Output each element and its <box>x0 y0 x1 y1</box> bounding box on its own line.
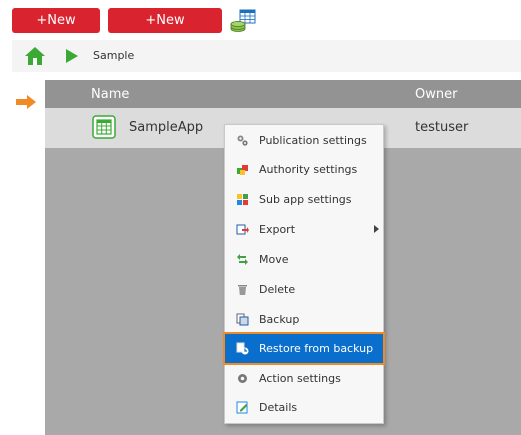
menu-item-action-settings[interactable]: Action settings <box>225 364 383 393</box>
menu-item-export[interactable]: Export <box>225 215 383 244</box>
menu-item-label: Details <box>259 401 298 414</box>
menu-item-restore-from-backup[interactable]: Restore from backup <box>223 332 385 365</box>
breadcrumb: Sample <box>12 40 521 72</box>
menu-item-delete[interactable]: Delete <box>225 275 383 304</box>
new-folder-button[interactable]: +New Folder <box>12 8 100 53</box>
gear-icon <box>238 374 247 383</box>
table-db-icon[interactable] <box>230 9 256 33</box>
menu-item-label: Backup <box>259 313 300 326</box>
menu-item-label: Authority settings <box>259 163 358 176</box>
edit-note-icon <box>236 401 248 414</box>
context-menu: Publication settings Authority settings … <box>223 124 385 424</box>
menu-item-sub-app-settings[interactable]: Sub app settings <box>225 185 383 214</box>
puzzle-icon <box>237 194 248 205</box>
app-owner: testuser <box>415 120 469 135</box>
arrow-right-icon <box>16 95 36 109</box>
menu-item-backup[interactable]: Backup <box>225 305 383 334</box>
menu-item-details[interactable]: Details <box>225 393 383 422</box>
menu-item-move[interactable]: Move <box>225 245 383 274</box>
column-header-owner[interactable]: Owner <box>415 87 457 102</box>
authority-cubes-icon <box>237 165 248 175</box>
menu-item-label: Publication settings <box>259 134 367 147</box>
backup-icon <box>236 313 249 326</box>
submenu-arrow-icon <box>374 225 379 233</box>
breadcrumb-current[interactable]: Sample <box>93 49 134 62</box>
menu-item-label: Move <box>259 253 289 266</box>
app-name[interactable]: SampleApp <box>129 120 203 135</box>
play-arrow-icon <box>66 49 78 63</box>
spreadsheet-app-icon <box>92 115 116 139</box>
column-header-name[interactable]: Name <box>91 87 129 102</box>
menu-item-label: Export <box>259 223 296 236</box>
gears-icon <box>237 135 248 146</box>
menu-item-label: Delete <box>259 283 296 296</box>
menu-item-label: Sub app settings <box>259 193 352 206</box>
menu-item-publication-settings[interactable]: Publication settings <box>225 126 383 155</box>
export-icon <box>236 224 249 235</box>
new-application-button[interactable]: +New Application <box>108 8 222 53</box>
menu-item-label: Action settings <box>259 372 341 385</box>
trash-icon <box>238 285 247 295</box>
menu-item-label: Restore from backup <box>259 342 374 355</box>
swap-arrows-icon <box>237 254 248 265</box>
home-icon[interactable] <box>24 45 46 67</box>
restore-icon <box>236 342 249 355</box>
table-header: Name Owner <box>45 80 521 108</box>
menu-item-authority-settings[interactable]: Authority settings <box>225 155 383 184</box>
